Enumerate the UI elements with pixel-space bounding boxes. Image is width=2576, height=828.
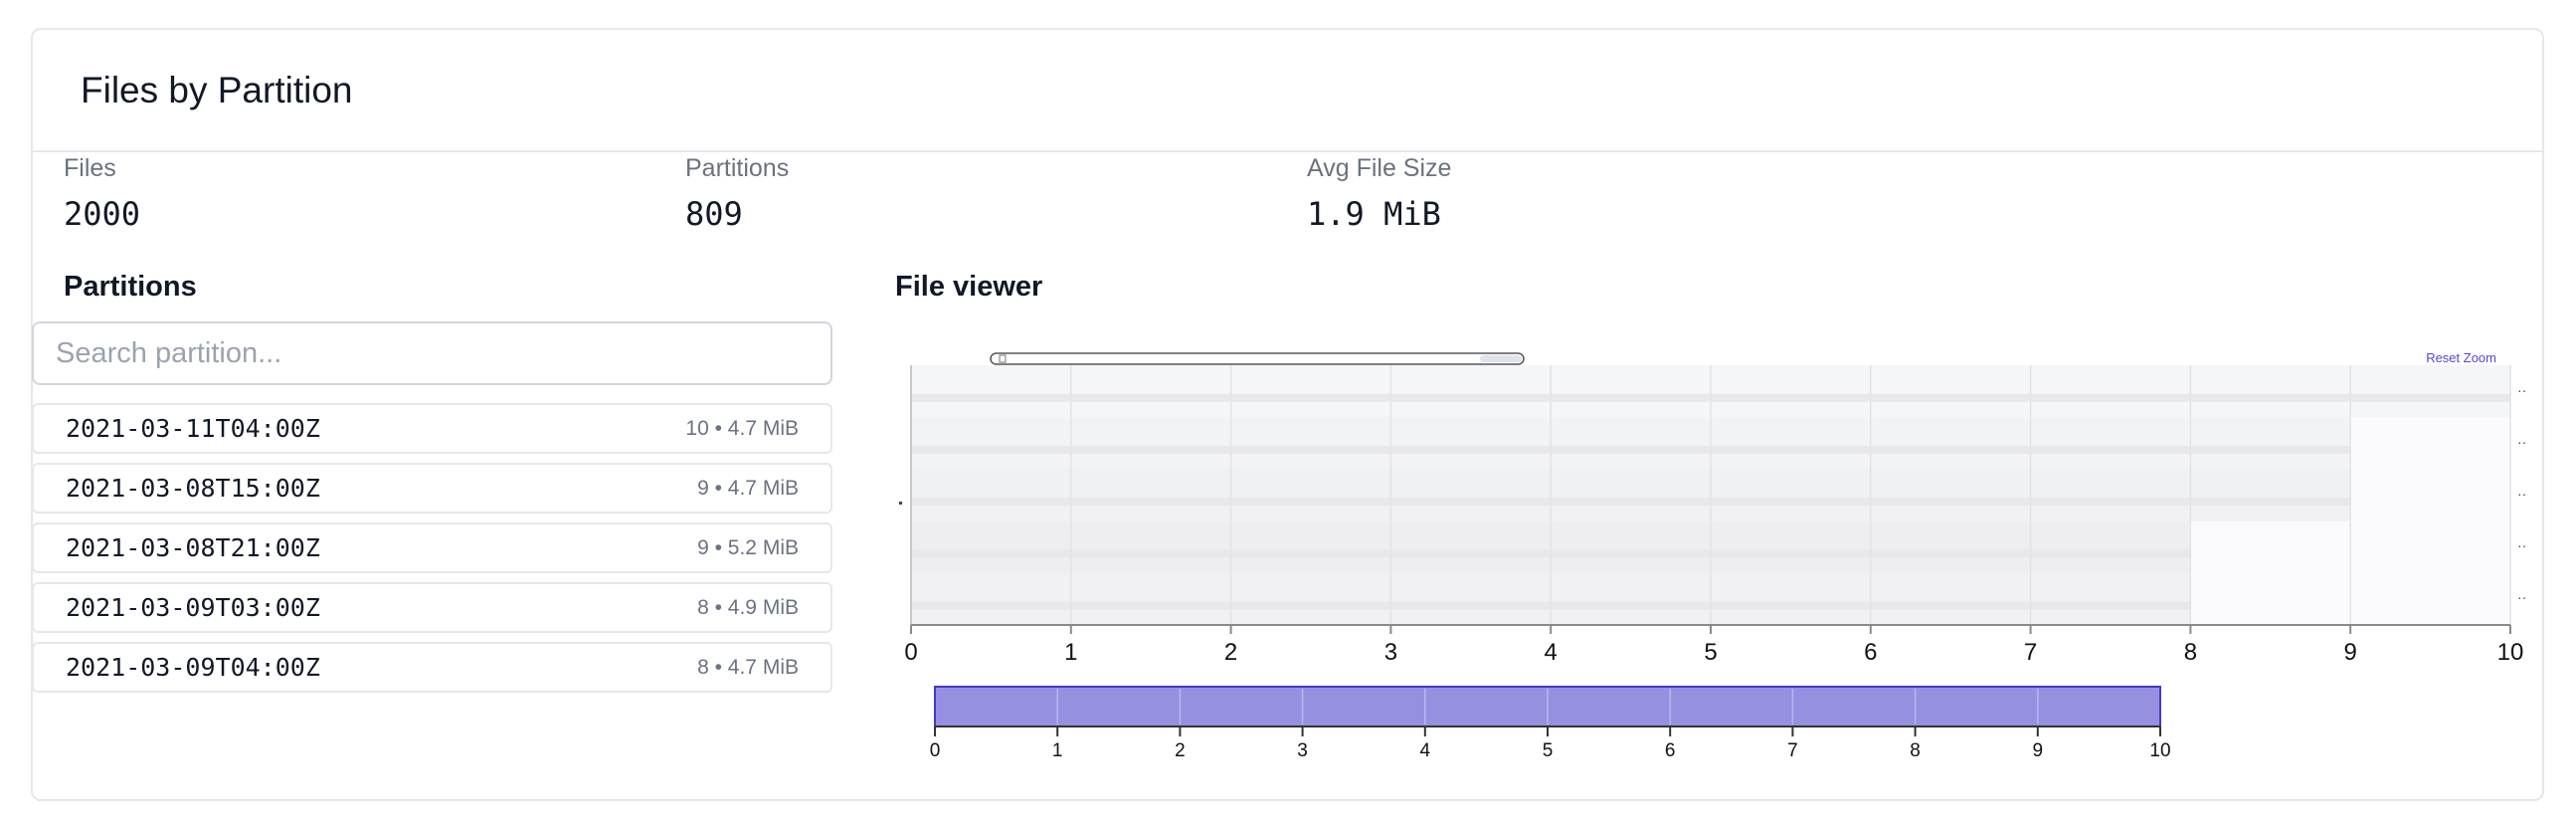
file-viewer-chart: Reset Zoom 0 1 2 3 4 5 6 7 8 9 10 ·· ·· ·· ·· ·· 0 1 2 3 4… bbox=[899, 350, 2526, 761]
navigator-tick-label: 4 bbox=[1420, 740, 1431, 761]
file-row-stripe bbox=[911, 445, 2351, 454]
x-tick-label: 5 bbox=[1704, 639, 1717, 666]
right-axis-markers: ·· ·· ·· ·· ·· bbox=[2517, 382, 2526, 605]
navigator-tick-label: 10 bbox=[2149, 740, 2170, 761]
scrollbar-handle[interactable] bbox=[999, 354, 1007, 363]
navigator-tick-label: 7 bbox=[1787, 740, 1798, 761]
x-tick-label: 2 bbox=[1224, 639, 1237, 666]
right-axis-marker: ·· bbox=[2517, 589, 2526, 605]
right-axis-marker: ·· bbox=[2517, 537, 2526, 553]
navigator[interactable] bbox=[934, 686, 2161, 727]
x-tick-label: 0 bbox=[904, 639, 917, 666]
x-tick-label: 10 bbox=[2497, 639, 2524, 666]
x-tick-label: 7 bbox=[2024, 639, 2037, 666]
file-row-band bbox=[911, 469, 2351, 521]
file-row-band bbox=[911, 417, 2351, 470]
right-axis-marker: ·· bbox=[2517, 382, 2526, 398]
right-axis-marker: ·· bbox=[2517, 486, 2526, 502]
x-tick-label: 1 bbox=[1064, 639, 1077, 666]
x-tick-label: 9 bbox=[2344, 639, 2357, 666]
scrollbar-thumb[interactable] bbox=[1480, 355, 1522, 362]
x-axis-ticks: 0 1 2 3 4 5 6 7 8 9 10 bbox=[904, 625, 2523, 666]
scrollbar[interactable] bbox=[990, 352, 1525, 365]
navigator-tick-label: 5 bbox=[1543, 740, 1554, 761]
navigator-axis-ticks: 0 1 2 3 4 5 6 7 8 9 10 bbox=[930, 726, 2171, 761]
file-row-stripe bbox=[911, 498, 2351, 507]
navigator-tick-label: 8 bbox=[1910, 740, 1921, 761]
x-tick-label: 3 bbox=[1384, 639, 1397, 666]
navigator-tick-label: 0 bbox=[930, 740, 941, 761]
x-tick-label: 4 bbox=[1545, 639, 1558, 666]
x-tick-label: 6 bbox=[1864, 639, 1877, 666]
reset-zoom-button[interactable]: Reset Zoom bbox=[2426, 350, 2496, 365]
navigator-tick-label: 2 bbox=[1175, 740, 1186, 761]
x-tick-label: 8 bbox=[2184, 639, 2197, 666]
right-axis-marker: ·· bbox=[2517, 434, 2526, 450]
y-axis-marker bbox=[899, 502, 902, 505]
scrollbar-track bbox=[990, 352, 1525, 365]
navigator-tick-label: 9 bbox=[2033, 740, 2044, 761]
navigator-tick-label: 1 bbox=[1052, 740, 1063, 761]
navigator-tick-label: 6 bbox=[1665, 740, 1676, 761]
navigator-tick-label: 3 bbox=[1297, 740, 1308, 761]
